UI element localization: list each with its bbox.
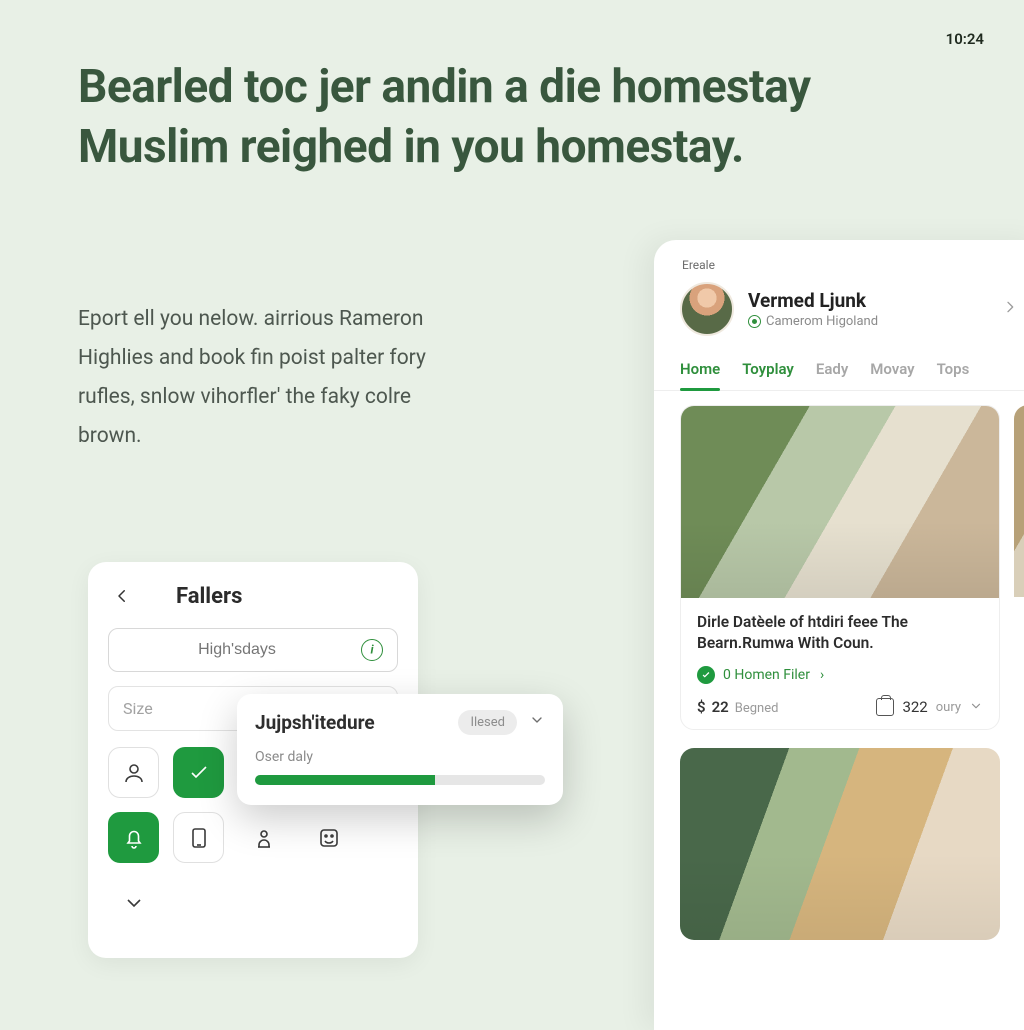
chip-more[interactable] <box>108 877 159 928</box>
tab-home[interactable]: Home <box>680 352 720 390</box>
profile-open-button[interactable] <box>1002 299 1018 320</box>
price-suffix: Begned <box>735 701 779 716</box>
listing-photo-peek <box>1014 405 1024 597</box>
hero-headline: Bearled toc jer andin a die homestay Mus… <box>78 58 838 178</box>
hero-heading-block: Bearled toc jer andin a die homestay Mus… <box>78 58 838 178</box>
stat-suffix: oury <box>936 700 961 715</box>
profile-location: Camerom Higoland <box>748 314 878 329</box>
popover-pill[interactable]: Ilesed <box>458 710 517 735</box>
stat-expand[interactable] <box>969 698 983 717</box>
back-button[interactable] <box>108 582 136 610</box>
tab-tops[interactable]: Tops <box>937 352 970 390</box>
listing-row: Dirle Datèele of htdiri feee The Bearn.R… <box>654 391 1024 730</box>
check-icon <box>187 761 211 785</box>
avatar <box>680 282 734 336</box>
tab-movay[interactable]: Movay <box>870 352 914 390</box>
chip-tablet[interactable] <box>173 812 224 863</box>
listing-badge-text: 0 Homen Filer <box>723 667 810 683</box>
size-label: Size <box>123 699 153 718</box>
profile-name: Vermed Ljunk <box>748 289 878 312</box>
listing-card-peek[interactable] <box>1014 405 1024 730</box>
chevron-down-icon <box>529 712 545 728</box>
chevron-down-icon <box>122 891 146 915</box>
tablet-icon <box>187 826 211 850</box>
profile-header[interactable]: Vermed Ljunk Camerom Higoland <box>654 282 1024 352</box>
profile-location-text: Camerom Higoland <box>766 314 878 329</box>
popover-title: Jujpsh'itedure <box>255 711 375 734</box>
chip-check[interactable] <box>173 747 224 798</box>
slider-popover: Jujpsh'itedure Ilesed Oser daly <box>237 694 563 805</box>
smile-icon <box>317 826 341 850</box>
listing-title: Dirle Datèele of htdiri feee The Bearn.R… <box>697 612 983 654</box>
listing-badge-row[interactable]: 0 Homen Filer › <box>697 666 983 684</box>
chevron-right-icon <box>1002 299 1018 315</box>
popover-collapse[interactable] <box>529 712 545 733</box>
listing-photo <box>681 406 999 598</box>
verified-icon <box>697 666 715 684</box>
location-icon <box>748 315 761 328</box>
app-brand: Ereale <box>654 258 1024 282</box>
tab-toyplay[interactable]: Toyplay <box>742 352 794 390</box>
status-clock: 10:24 <box>946 30 984 48</box>
tab-eady[interactable]: Eady <box>816 352 848 390</box>
hero-subtext: Eport ell you nelow. airrious Rameron Hi… <box>78 300 478 455</box>
price-value: 22 <box>712 698 729 716</box>
chip-person[interactable] <box>108 747 159 798</box>
suitcase-icon <box>876 698 894 716</box>
tab-bar: Home Toyplay Eady Movay Tops <box>654 352 1024 391</box>
filters-title: Fallers <box>176 584 242 609</box>
chip-user-alt[interactable] <box>238 812 289 863</box>
chip-bell[interactable] <box>108 812 159 863</box>
popover-slider[interactable] <box>255 775 545 785</box>
listing-card[interactable]: Dirle Datèele of htdiri feee The Bearn.R… <box>680 405 1000 730</box>
person-icon <box>122 761 146 785</box>
listing-photo-2[interactable] <box>680 748 1000 940</box>
chip-smile[interactable] <box>303 812 354 863</box>
info-icon[interactable] <box>361 639 383 661</box>
chevron-down-icon <box>969 699 983 713</box>
listing-row-2 <box>654 730 1024 940</box>
user-alt-icon <box>252 826 276 850</box>
stat-value: 322 <box>902 698 927 716</box>
search-field-row[interactable] <box>108 628 398 672</box>
badge-more: › <box>820 667 824 683</box>
app-panel: Ereale Vermed Ljunk Camerom Higoland Hom… <box>654 240 1024 1030</box>
listing-stat[interactable]: 322 oury <box>876 698 983 717</box>
listing-meta: $ 22 Begned 322 oury <box>697 698 983 717</box>
bell-icon <box>122 826 146 850</box>
search-input[interactable] <box>123 641 351 659</box>
popover-sublabel: Oser daly <box>255 749 545 765</box>
price-currency: $ <box>697 698 706 716</box>
chevron-left-icon <box>113 587 131 605</box>
